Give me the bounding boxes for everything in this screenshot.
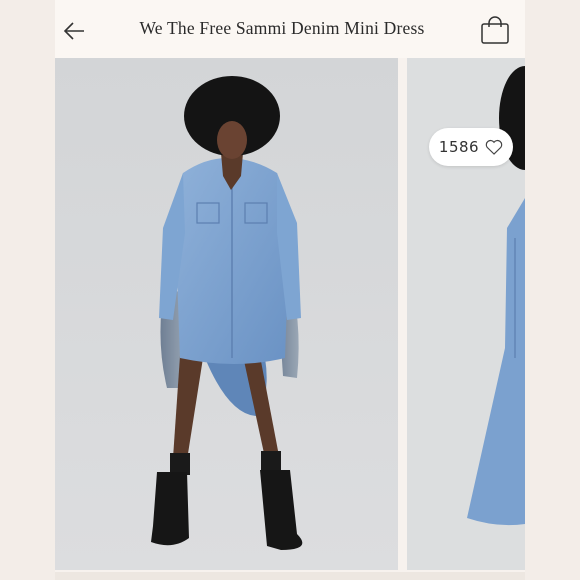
heart-outline-icon [485,139,503,155]
page-title: We The Free Sammi Denim Mini Dress [139,18,425,38]
shopping-bag-icon [481,16,509,44]
product-photo-main[interactable] [55,58,398,570]
photo-gallery[interactable]: 1586 [55,58,525,580]
shopping-bag-button[interactable] [479,14,511,46]
back-button[interactable] [61,18,87,44]
model-in-denim-dress-image [55,58,398,570]
like-count: 1586 [438,138,480,156]
listing-frame: We The Free Sammi Denim Mini Dress 1586 [55,0,525,580]
like-button[interactable]: 1586 [429,128,513,166]
top-bar: We The Free Sammi Denim Mini Dress [55,0,525,58]
arrow-left-icon [63,22,84,40]
gallery-scrollbar[interactable] [55,572,525,580]
